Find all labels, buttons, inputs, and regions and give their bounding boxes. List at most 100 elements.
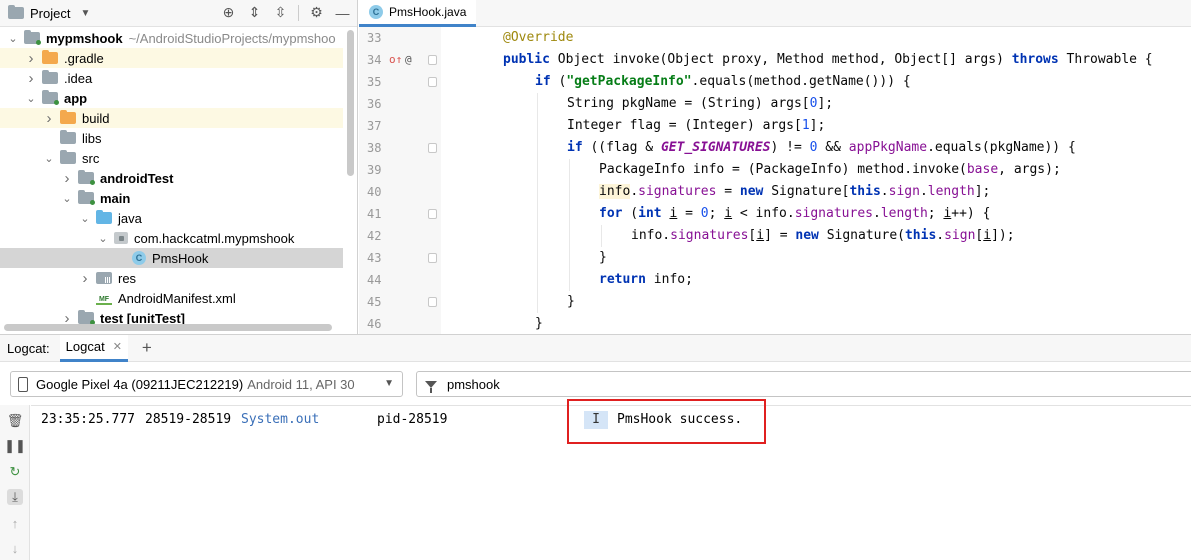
tree-item-label: java [118, 210, 142, 226]
fold-marker-icon[interactable] [428, 297, 437, 307]
logcat-filter-input[interactable]: pmshook [416, 371, 1191, 397]
expand-all-icon[interactable]: ⇕ [246, 4, 263, 21]
fold-marker-icon[interactable] [428, 209, 437, 219]
code-line[interactable]: String pkgName = (String) args[0]; [567, 93, 833, 115]
fold-marker-icon[interactable] [428, 55, 437, 65]
device-selector[interactable]: Google Pixel 4a (09211JEC212219) Android… [10, 371, 403, 397]
source-folder-icon [96, 210, 112, 224]
annotation-icon[interactable]: @ [405, 49, 412, 71]
code-area[interactable]: @Override public Object invoke(Object pro… [441, 27, 1191, 334]
code-line[interactable]: } [567, 291, 575, 313]
fold-marker-icon[interactable] [428, 253, 437, 263]
chevron-right-icon[interactable]: › [24, 50, 38, 67]
chevron-down-icon[interactable]: ⌄ [6, 32, 20, 45]
logcat-side-toolbar: 🗑 ❚❚ ↻ ⤓ ↑ ↓ [0, 405, 30, 560]
gutter-line: 34 o↑ @ [359, 49, 441, 71]
tree-item[interactable]: › res [0, 268, 343, 288]
chevron-down-icon[interactable]: ⌄ [60, 192, 74, 205]
line-number-gutter: 33 34 o↑ @35 36 37 38 39 40 41 42 43 44 45 46 [359, 27, 441, 334]
tree-item[interactable]: ⌄ src [0, 148, 343, 168]
tree-item-label: .idea [64, 70, 93, 86]
tree-horizontal-scrollbar[interactable] [4, 324, 332, 331]
chevron-right-icon[interactable]: › [78, 270, 92, 287]
implements-method-icon[interactable]: o↑ [389, 49, 402, 71]
module-folder-icon [24, 30, 41, 45]
code-line[interactable]: @Override [503, 27, 573, 49]
gutter-line: 36 [359, 93, 441, 115]
tree-item[interactable]: libs [0, 128, 343, 148]
line-number: 35 [367, 75, 382, 89]
module-folder-icon [42, 90, 59, 105]
gutter-line: 37 [359, 115, 441, 137]
tree-item[interactable]: ⌄ mypmshook ~/AndroidStudioProjects/mypmsh… [0, 28, 343, 48]
tree-item[interactable]: MF AndroidManifest.xml [0, 288, 343, 308]
code-line[interactable]: public Object invoke(Object proxy, Metho… [503, 49, 1153, 71]
tree-item[interactable]: › .idea [0, 68, 343, 88]
chevron-down-icon[interactable]: ▼ [80, 8, 90, 19]
logcat-prefix: Logcat: [7, 340, 50, 356]
chevron-right-icon[interactable]: › [42, 110, 56, 127]
fold-marker-icon[interactable] [428, 77, 437, 87]
add-tab-icon[interactable]: + [142, 338, 152, 358]
up-arrow-icon[interactable]: ↑ [7, 515, 23, 531]
locate-icon[interactable]: ⊕ [220, 4, 237, 21]
hide-panel-icon[interactable]: — [334, 4, 351, 21]
folder-icon [60, 130, 76, 144]
down-arrow-icon[interactable]: ↓ [7, 540, 23, 556]
gutter-line: 43 [359, 247, 441, 269]
code-line[interactable]: return info; [599, 269, 693, 291]
scroll-to-end-icon[interactable]: ⤓ [7, 489, 23, 505]
chevron-down-icon[interactable]: ⌄ [24, 92, 38, 105]
code-line[interactable]: info.signatures[i] = new Signature(this.… [631, 225, 1015, 247]
tree-item-label: AndroidManifest.xml [118, 290, 236, 306]
tree-item-label: mypmshook [46, 30, 123, 46]
tree-item[interactable]: › build [0, 108, 343, 128]
code-line[interactable]: for (int i = 0; i < info.signatures.leng… [599, 203, 990, 225]
gear-icon[interactable]: ⚙ [308, 4, 325, 21]
log-pid-tid: 28519-28519 [145, 412, 232, 427]
chevron-down-icon[interactable]: ⌄ [42, 152, 56, 165]
restart-icon[interactable]: ↻ [7, 464, 23, 480]
trash-icon[interactable]: 🗑 [7, 413, 24, 429]
excluded-folder-icon [42, 50, 58, 64]
pause-icon[interactable]: ❚❚ [4, 438, 26, 454]
project-view-selector[interactable]: Project [30, 6, 70, 21]
toolbar-divider [298, 4, 299, 21]
close-icon[interactable]: ✕ [113, 340, 122, 353]
collapse-all-icon[interactable]: ⇳ [272, 4, 289, 21]
tree-vertical-scrollbar[interactable] [347, 30, 354, 176]
project-folder-icon [8, 5, 24, 19]
logcat-output[interactable]: 23:35:25.777 28519-28519 System.out pid-… [31, 405, 1191, 560]
code-line[interactable]: Integer flag = (Integer) args[1]; [567, 115, 825, 137]
tree-item[interactable]: ⌄ app [0, 88, 343, 108]
tree-item-label: androidTest [100, 170, 174, 186]
module-folder-icon [78, 190, 95, 205]
line-number: 44 [367, 273, 382, 287]
chevron-right-icon[interactable]: › [60, 170, 74, 187]
code-line[interactable]: if ("getPackageInfo".equals(method.getNa… [535, 71, 911, 93]
code-line[interactable]: info.signatures = new Signature[this.sig… [599, 181, 990, 203]
line-number: 40 [367, 185, 382, 199]
tree-item[interactable]: C PmsHook [0, 248, 343, 268]
tree-item[interactable]: ⌄ main [0, 188, 343, 208]
code-line[interactable]: } [535, 313, 543, 334]
fold-marker-icon[interactable] [428, 143, 437, 153]
tree-item[interactable]: ⌄ com.hackcatml.mypmshook [0, 228, 343, 248]
gutter-line: 40 [359, 181, 441, 203]
line-number: 41 [367, 207, 382, 221]
indent-guide [569, 159, 570, 291]
tab-pmshook-java[interactable]: C PmsHook.java [359, 0, 477, 27]
tree-item[interactable]: › androidTest [0, 168, 343, 188]
code-line[interactable]: PackageInfo info = (PackageInfo) method.… [599, 159, 1061, 181]
project-tree: ⌄ mypmshook ~/AndroidStudioProjects/mypmsh… [0, 28, 343, 327]
chevron-down-icon[interactable]: ⌄ [96, 232, 110, 245]
chevron-right-icon[interactable]: › [24, 70, 38, 87]
tree-item[interactable]: ⌄ java [0, 208, 343, 228]
code-line[interactable]: if ((flag & GET_SIGNATURES) != 0 && appP… [567, 137, 1076, 159]
gutter-line: 44 [359, 269, 441, 291]
chevron-down-icon[interactable]: ⌄ [78, 212, 92, 225]
indent-guide [537, 93, 538, 313]
code-line[interactable]: } [599, 247, 607, 269]
tab-logcat[interactable]: Logcat ✕ [59, 334, 128, 362]
tree-item[interactable]: › .gradle [0, 48, 343, 68]
